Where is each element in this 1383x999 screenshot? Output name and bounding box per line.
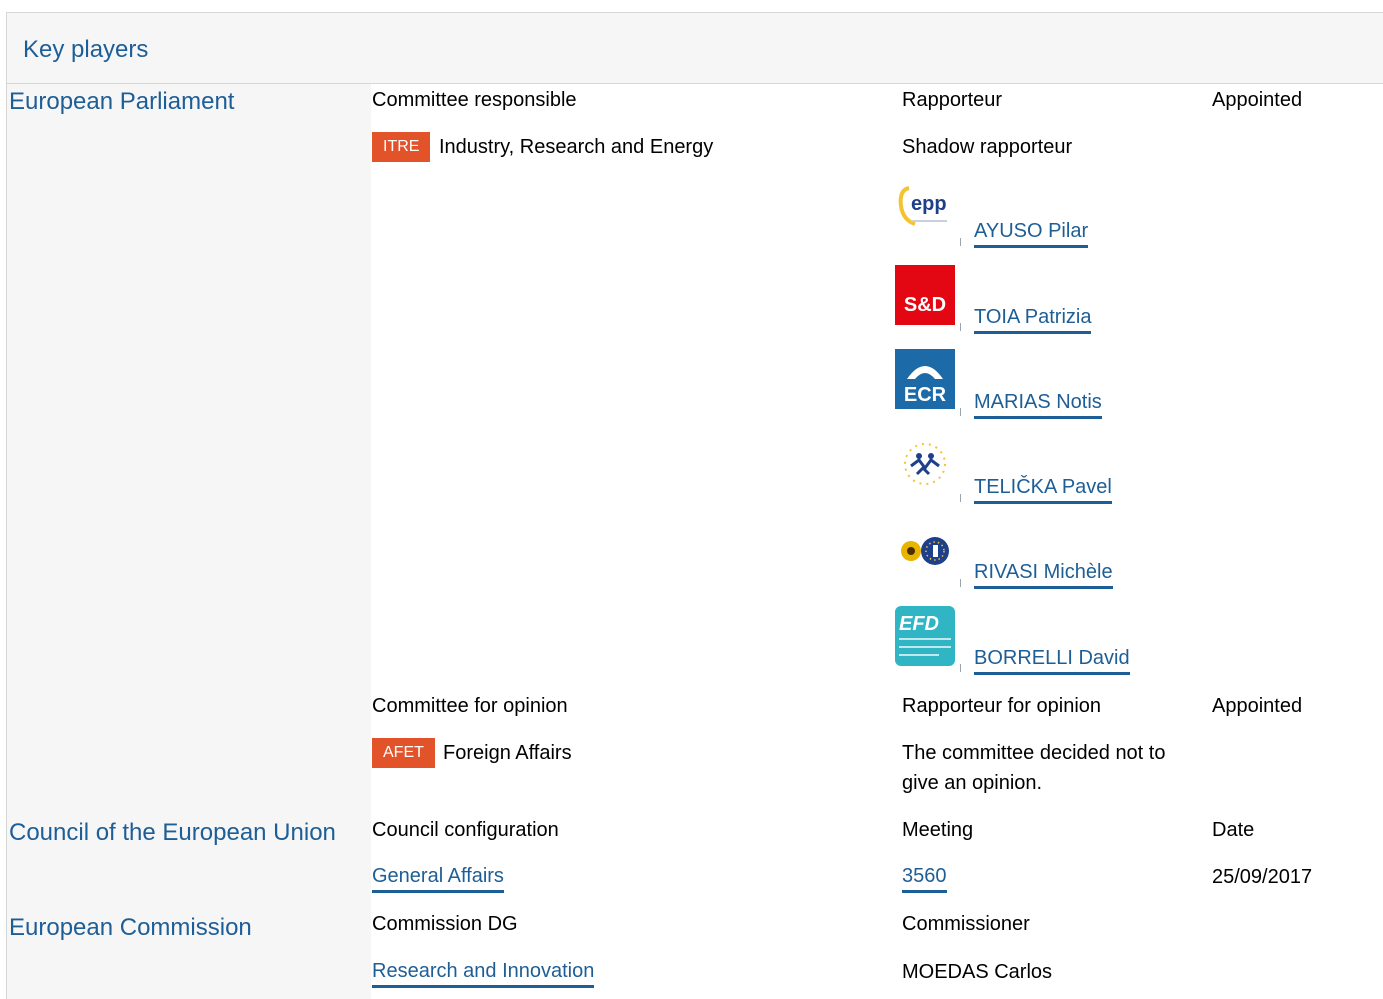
separator-tick [960,408,961,416]
sd-logo: S&D [895,265,955,325]
institution-label-council: Council of the European Union [9,819,336,846]
rapporteur-opinion-header: Rapporteur for opinion [902,695,1102,717]
appointed-header: Appointed [1212,695,1303,717]
institution-column: European Parliament Council of the Europ… [7,84,371,999]
appointed-header: Appointed [1212,89,1303,111]
opinion-committee-name: Foreign Affairs [443,742,572,764]
commissioner-name: MOEDAS Carlos [902,961,1053,983]
meeting-date: 25/09/2017 [1212,866,1313,888]
opinion-note-line2: give an opinion. [902,772,1043,794]
committee-name: Industry, Research and Energy [439,136,714,158]
efd-logo-text: EFD [899,613,939,635]
greens-efa-logo [895,531,955,591]
separator-tick [960,323,961,331]
shadow-rapporteur-link[interactable]: MARIAS Notis [974,388,1102,419]
separator-tick [960,664,961,672]
epp-logo: epp [895,180,955,240]
committee-responsible-header: Committee responsible [372,89,577,111]
ecr-logo: ECR [895,349,955,409]
council-config-link[interactable]: General Affairs [372,862,504,893]
separator-tick [960,579,961,587]
efd-logo: EFD [895,606,955,666]
shadow-rapporteur-link[interactable]: BORRELLI David [974,644,1130,675]
ecr-logo-text: ECR [904,384,947,406]
shadow-rapporteur-link[interactable]: TOIA Patrizia [974,303,1092,334]
separator-tick [960,238,961,246]
council-config-header: Council configuration [372,819,559,841]
institution-label-parliament: European Parliament [9,88,235,115]
separator-tick [960,494,961,502]
meeting-header: Meeting [902,819,974,841]
sd-logo-text: S&D [904,294,946,316]
shadow-rapporteur-link[interactable]: TELIČKA Pavel [974,473,1112,504]
commission-dg-header: Commission DG [372,913,518,935]
meeting-link[interactable]: 3560 [902,862,947,893]
institution-label-commission: European Commission [9,914,252,941]
shadow-rapporteur-link[interactable]: AYUSO Pilar [974,217,1089,248]
commission-dg-link[interactable]: Research and Innovation [372,957,595,988]
opinion-note-line1: The committee decided not to [902,742,1166,764]
alde-logo [895,436,955,496]
rapporteur-header: Rapporteur [902,89,1003,111]
section-title: Key players [23,36,149,63]
epp-logo-text: epp [911,193,947,215]
committee-badge-afet: AFET [372,738,435,768]
commissioner-header: Commissioner [902,913,1030,935]
committee-badge-itre: ITRE [372,132,431,162]
shadow-rapporteur-link[interactable]: RIVASI Michèle [974,558,1113,589]
shadow-rapporteur-header: Shadow rapporteur [902,136,1073,158]
date-header: Date [1212,819,1255,841]
panel-header: Key players [7,13,1383,84]
committee-opinion-header: Committee for opinion [372,695,568,717]
